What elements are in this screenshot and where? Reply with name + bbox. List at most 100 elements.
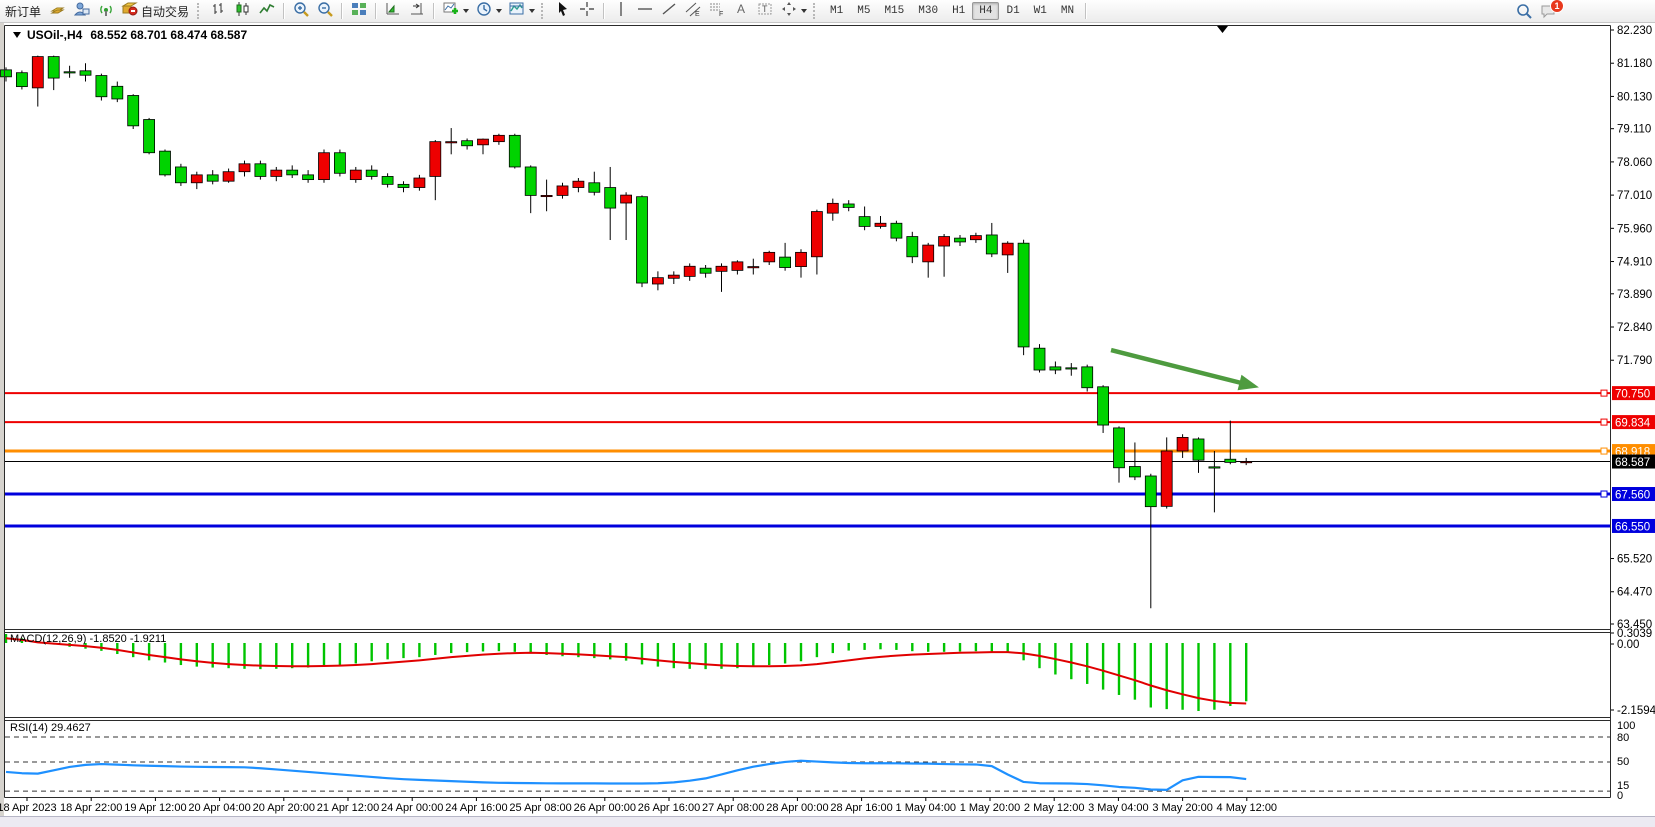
timeframe-m1-button[interactable]: M1 [823,2,850,20]
timeframe-m5-button[interactable]: M5 [850,2,877,20]
autotrading-icon [121,0,139,23]
time-tick-label: 3 May 04:00 [1088,802,1149,814]
price-tick-label: 71.790 [1617,355,1652,367]
price-tick-label: 82.230 [1617,25,1652,37]
trend-arrow[interactable] [1111,350,1259,390]
price-axis[interactable]: 82.23081.18080.13079.11078.06077.01075.9… [1610,25,1652,631]
data-window-icon [73,0,91,23]
candle [637,195,648,287]
market-watch-button[interactable] [46,1,70,21]
toolbar-grip [541,3,548,19]
arrows-button[interactable] [777,1,810,21]
cursor-button[interactable] [551,1,575,21]
chevron-down-icon [801,9,807,13]
trendline-button[interactable] [657,1,681,21]
candle [430,140,441,200]
time-tick-label: 28 Apr 16:00 [830,802,892,814]
candle [1209,451,1220,512]
hline-anchor[interactable] [1601,491,1607,497]
search-button[interactable] [1512,1,1536,21]
candle [652,271,663,290]
chart-canvas[interactable]: 82.23081.18080.13079.11078.06077.01075.9… [0,0,1655,826]
fibonacci-button[interactable]: F [705,1,729,21]
price-tick-label: 75.960 [1617,223,1652,235]
candle [1018,240,1029,355]
candle [446,128,457,154]
notifications-button[interactable]: 1 [1536,1,1560,21]
signals-button[interactable] [94,1,118,21]
price-tick-label: 78.060 [1617,157,1652,169]
text-label-button[interactable]: T [753,1,777,21]
vertical-line-button[interactable] [609,1,633,21]
candle [509,134,520,169]
timeframe-d1-button[interactable]: D1 [999,2,1026,20]
candle [1050,361,1061,374]
candle [1177,434,1188,458]
hline-anchor[interactable] [1601,448,1607,454]
candlestick-chart-button[interactable] [231,1,255,21]
rsi-axis-label: 100 [1617,720,1635,732]
candle [732,260,743,274]
hline-anchor[interactable] [1601,419,1607,425]
price-tick-label: 81.180 [1617,58,1652,70]
candle [1145,474,1156,608]
equidistant-channel-button[interactable]: E [681,1,705,21]
auto-scroll-button[interactable] [381,1,405,21]
price-tick-label: 64.470 [1617,587,1652,599]
templates-button[interactable] [505,1,538,21]
timeframe-w1-button[interactable]: W1 [1027,2,1054,20]
new-order-button[interactable]: 新订单 [0,1,46,21]
horizontal-line-button[interactable] [633,1,657,21]
text-label-icon: T [756,0,774,23]
symbol-dropdown-icon[interactable] [13,32,21,38]
zoom-in-button[interactable] [289,1,313,21]
timeframe-h4-button[interactable]: H4 [972,2,999,20]
chart-shift-icon [408,0,426,23]
line-chart-button[interactable] [255,1,279,21]
price-label-text: 67.560 [1615,490,1650,502]
timeframe-m30-button[interactable]: M30 [911,2,945,20]
rsi-axis-label: 0 [1617,790,1623,802]
candle [255,161,266,180]
candle [923,243,934,278]
rsi-axis-label: 80 [1617,732,1629,744]
zoom-out-button[interactable] [313,1,337,21]
macd-panel: 0.30390.00-2.1594 [6,628,1655,717]
candle [986,223,997,257]
chart-shift-marker[interactable] [1217,26,1228,33]
timeframe-h1-button[interactable]: H1 [945,2,972,20]
chart-shift-button[interactable] [405,1,429,21]
time-axis[interactable]: 18 Apr 202318 Apr 22:0019 Apr 12:0020 Ap… [0,798,1277,815]
candle [891,221,902,242]
data-window-button[interactable] [70,1,94,21]
toolbar-separator [341,3,343,19]
line-chart-icon [258,0,276,23]
chart-ohlc-values: 68.552 68.701 68.474 68.587 [90,28,247,42]
text-button[interactable]: A [729,1,753,21]
hline-anchor[interactable] [1601,390,1607,396]
add-indicator-button[interactable] [439,1,472,21]
timeframe-m15-button[interactable]: M15 [877,2,911,20]
candle [621,192,632,240]
candle [382,173,393,187]
time-tick-label: 26 Apr 16:00 [638,802,700,814]
candle [80,63,91,81]
crosshair-button[interactable] [575,1,599,21]
candle [64,66,75,78]
rsi-indicator-label: RSI(14) 29.4627 [10,722,91,734]
tile-windows-button[interactable] [347,1,371,21]
candle [462,138,473,149]
periods-button[interactable] [472,1,505,21]
time-tick-label: 21 Apr 12:00 [317,802,379,814]
new-order-button-label: 新订单 [5,3,41,20]
price-tick-label: 65.520 [1617,554,1652,566]
svg-text:A: A [737,2,745,16]
bar-chart-button[interactable] [207,1,231,21]
signals-icon [97,0,115,23]
timeframe-mn-button[interactable]: MN [1054,2,1081,20]
candle [859,206,870,230]
price-label-text: 70.750 [1615,389,1650,401]
autotrading-button[interactable]: 自动交易 [118,1,194,21]
rsi-axis-label: 50 [1617,756,1629,768]
toolbar-separator [375,3,377,19]
